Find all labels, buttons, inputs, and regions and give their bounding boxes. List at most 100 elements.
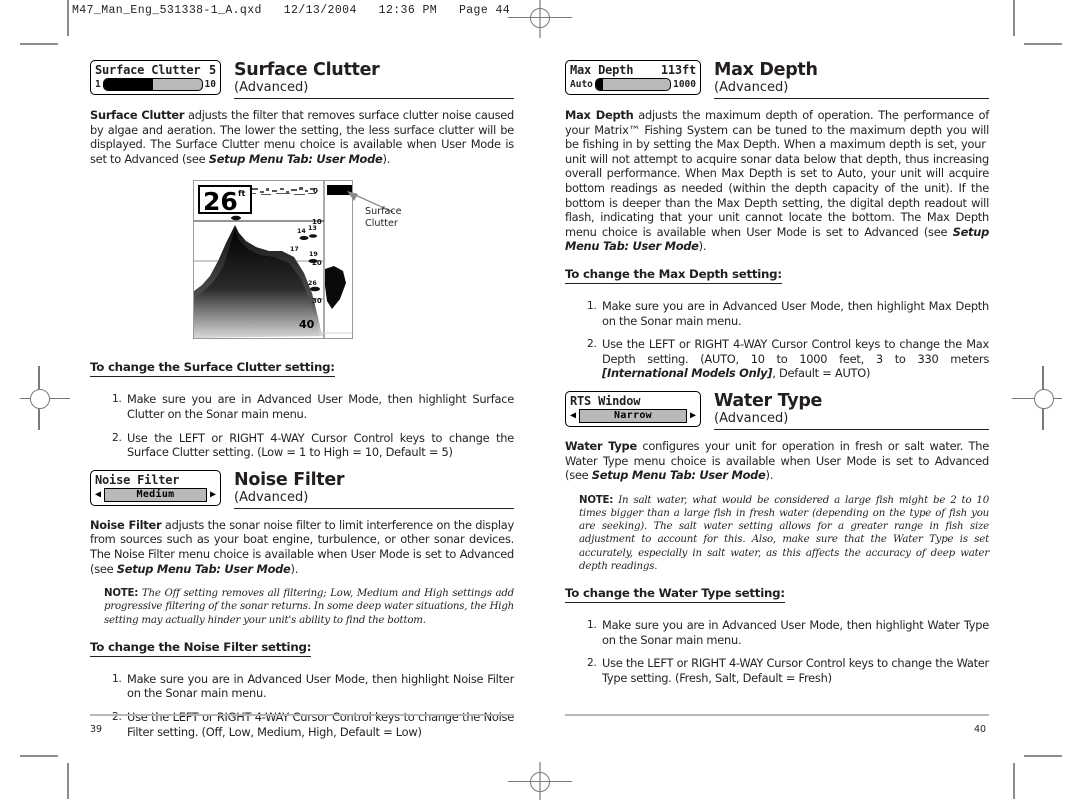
section-header: RTS Window ◀ Narrow ▶ Water Type (Advanc… — [565, 390, 989, 430]
section-title-block: Surface Clutter (Advanced) — [234, 60, 514, 99]
lcd-select-value[interactable]: Medium — [104, 487, 207, 502]
right-arrow-icon[interactable]: ▶ — [210, 489, 216, 500]
note-label: NOTE: — [579, 494, 614, 506]
section-paragraph: Surface Clutter adjusts the filter that … — [90, 108, 514, 166]
lcd-row-select[interactable]: ◀ Medium ▶ — [95, 487, 216, 502]
lcd-value: 5 — [208, 63, 216, 77]
lcd-select-value[interactable]: Narrow — [579, 408, 687, 423]
section-note: NOTE: The Off setting removes all filter… — [104, 587, 514, 627]
crop-mark-bottom-right-vertical — [1013, 763, 1015, 799]
lcd-max-label: 1000 — [673, 78, 696, 90]
svg-text:40: 40 — [299, 318, 315, 331]
section-title: Surface Clutter — [234, 60, 380, 80]
section-title-block: Max Depth (Advanced) — [714, 60, 989, 99]
left-arrow-icon[interactable]: ◀ — [570, 410, 576, 421]
svg-text:19: 19 — [309, 251, 318, 258]
section-title-block: Water Type (Advanced) — [714, 391, 989, 430]
sonar-display-image: 3 14 13 17 19 26 0 10 20 30 40 — [193, 180, 353, 340]
section-paragraph: Water Type configures your unit for oper… — [565, 438, 989, 483]
section-subtitle: (Advanced) — [234, 80, 514, 99]
note-text: The Off setting removes all filtering; L… — [104, 588, 514, 626]
figure-sonar-surface-clutter: 3 14 13 17 19 26 0 10 20 30 40 — [90, 180, 514, 342]
note-label: NOTE: — [104, 588, 139, 600]
howto-heading: To change the Water Type setting: — [565, 586, 785, 603]
svg-text:0: 0 — [313, 187, 318, 195]
howto-step: Make sure you are in Advanced User Mode,… — [112, 392, 514, 421]
section-paragraph: Noise Filter adjusts the sonar noise fil… — [90, 517, 514, 576]
howto-step: Use the LEFT or RIGHT 4-WAY Cursor Contr… — [587, 656, 989, 685]
lcd-label: RTS Window — [570, 393, 641, 408]
crop-mark-top-right-horizontal — [1024, 43, 1062, 45]
lcd-min-label: 1 — [95, 78, 101, 90]
registration-mark-bottom — [508, 762, 572, 800]
svg-text:10: 10 — [312, 218, 322, 226]
howto-step: Use the LEFT or RIGHT 4-WAY Cursor Contr… — [112, 430, 514, 460]
callout-line-1: Surface — [365, 206, 402, 218]
svg-text:20: 20 — [312, 259, 322, 267]
svg-text:14: 14 — [297, 228, 306, 235]
howto-step: Use the LEFT or RIGHT 4-WAY Cursor Contr… — [587, 337, 989, 381]
lcd-row-label: Max Depth 113ft — [570, 63, 696, 77]
howto-step: Make sure you are in Advanced User Mode,… — [587, 617, 989, 647]
lcd-min-label: Auto — [570, 78, 593, 90]
svg-text:ft: ft — [238, 189, 245, 198]
crop-mark-bottom-right-horizontal — [1024, 755, 1062, 757]
registration-mark-right — [1012, 366, 1074, 430]
lcd-slider-fill — [595, 79, 603, 90]
howto-heading: To change the Max Depth setting: — [565, 267, 782, 284]
section-title: Max Depth — [714, 60, 818, 80]
lcd-slider-track[interactable] — [102, 78, 203, 91]
registration-mark-left — [8, 366, 70, 430]
section-title-block: Noise Filter (Advanced) — [234, 470, 514, 509]
howto-steps: Make sure you are in Advanced User Mode,… — [565, 618, 989, 685]
howto-heading-wrap: To change the Noise Filter setting: — [90, 638, 514, 664]
section-note: NOTE: In salt water, what would be consi… — [579, 494, 989, 573]
lcd-row-slider[interactable]: 1 10 — [95, 78, 216, 91]
lcd-row-label: RTS Window — [570, 394, 696, 408]
howto-step: Make sure you are in Advanced User Mode,… — [112, 671, 514, 701]
lcd-slider-fill — [103, 79, 153, 90]
lcd-widget-noise-filter[interactable]: Noise Filter ◀ Medium ▶ — [90, 469, 221, 506]
lcd-label: Noise Filter — [95, 472, 180, 487]
section-title: Noise Filter — [234, 469, 345, 490]
note-text: In salt water, what would be considered … — [579, 494, 989, 572]
lcd-max-label: 10 — [204, 78, 216, 90]
page-number-left: 39 — [90, 724, 103, 735]
howto-steps: Make sure you are in Advanced User Mode,… — [90, 392, 514, 459]
section-subtitle: (Advanced) — [714, 80, 989, 99]
svg-text:30: 30 — [312, 297, 322, 305]
crop-mark-top-left-horizontal — [20, 43, 58, 45]
howto-steps: Make sure you are in Advanced User Mode,… — [565, 299, 989, 381]
footer-rule-right — [565, 714, 989, 716]
lcd-widget-rts-window[interactable]: RTS Window ◀ Narrow ▶ — [565, 390, 701, 427]
lcd-row-slider[interactable]: Auto 1000 — [570, 78, 696, 91]
section-noise-filter: Noise Filter ◀ Medium ▶ Noise Filter (Ad… — [90, 469, 514, 739]
howto-heading-wrap: To change the Water Type setting: — [565, 584, 989, 610]
howto-heading-wrap: To change the Max Depth setting: — [565, 265, 989, 291]
section-header: Surface Clutter 5 1 10 Surface Clutter (… — [90, 60, 514, 99]
registration-mark-top — [508, 0, 572, 40]
lcd-slider-track[interactable] — [594, 78, 672, 91]
page-number-right: 40 — [974, 724, 987, 735]
svg-text:26: 26 — [308, 280, 317, 287]
callout-line-2: Clutter — [365, 218, 398, 230]
right-page-column: Max Depth 113ft Auto 1000 Max Depth (Adv… — [565, 60, 989, 695]
section-water-type: RTS Window ◀ Narrow ▶ Water Type (Advanc… — [565, 390, 989, 685]
right-arrow-icon[interactable]: ▶ — [690, 410, 696, 421]
section-paragraph: Max Depth adjusts the maximum depth of o… — [565, 108, 989, 254]
lcd-widget-surface-clutter[interactable]: Surface Clutter 5 1 10 — [90, 60, 221, 95]
howto-heading: To change the Surface Clutter setting: — [90, 360, 335, 378]
svg-text:26: 26 — [203, 187, 238, 216]
section-surface-clutter: Surface Clutter 5 1 10 Surface Clutter (… — [90, 60, 514, 460]
section-title: Water Type — [714, 390, 823, 411]
lcd-widget-max-depth[interactable]: Max Depth 113ft Auto 1000 — [565, 60, 701, 95]
svg-text:13: 13 — [308, 225, 317, 232]
print-slug: M47_Man_Eng_531338-1_A.qxd 12/13/2004 12… — [72, 4, 511, 17]
lcd-row-select[interactable]: ◀ Narrow ▶ — [570, 408, 696, 423]
footer-rule-left — [90, 714, 514, 716]
left-arrow-icon[interactable]: ◀ — [95, 489, 101, 500]
howto-step: Make sure you are in Advanced User Mode,… — [587, 298, 989, 328]
crop-mark-top-right-vertical — [1013, 0, 1015, 36]
howto-heading: To change the Noise Filter setting: — [90, 640, 311, 657]
section-header: Max Depth 113ft Auto 1000 Max Depth (Adv… — [565, 60, 989, 99]
